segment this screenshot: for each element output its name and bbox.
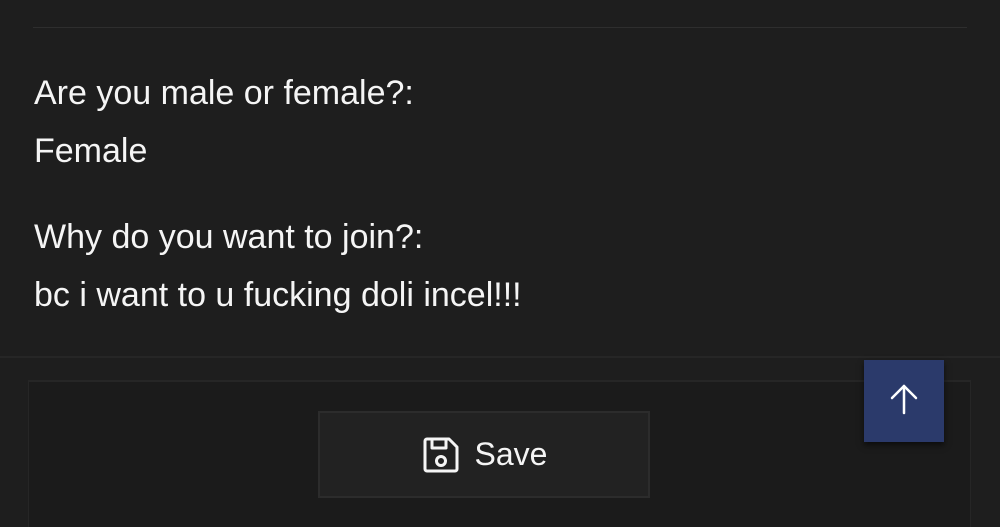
save-button[interactable]: Save bbox=[318, 411, 650, 498]
floppy-disk-icon bbox=[421, 435, 461, 475]
question-reason: Why do you want to join?: bc i want to u… bbox=[34, 208, 522, 324]
section-divider bbox=[0, 356, 1000, 358]
top-divider bbox=[33, 27, 967, 28]
answer-text: Female bbox=[34, 132, 148, 170]
question-gender: Are you male or female?: Female bbox=[34, 64, 414, 180]
scroll-to-top-button[interactable] bbox=[864, 360, 944, 442]
question-label: Are you male or female?: bbox=[34, 74, 414, 112]
save-button-label: Save bbox=[474, 436, 548, 472]
answer-text: bc i want to u fucking doli incel!!! bbox=[34, 276, 522, 314]
arrow-up-icon bbox=[886, 381, 922, 422]
question-label: Why do you want to join?: bbox=[34, 218, 424, 256]
